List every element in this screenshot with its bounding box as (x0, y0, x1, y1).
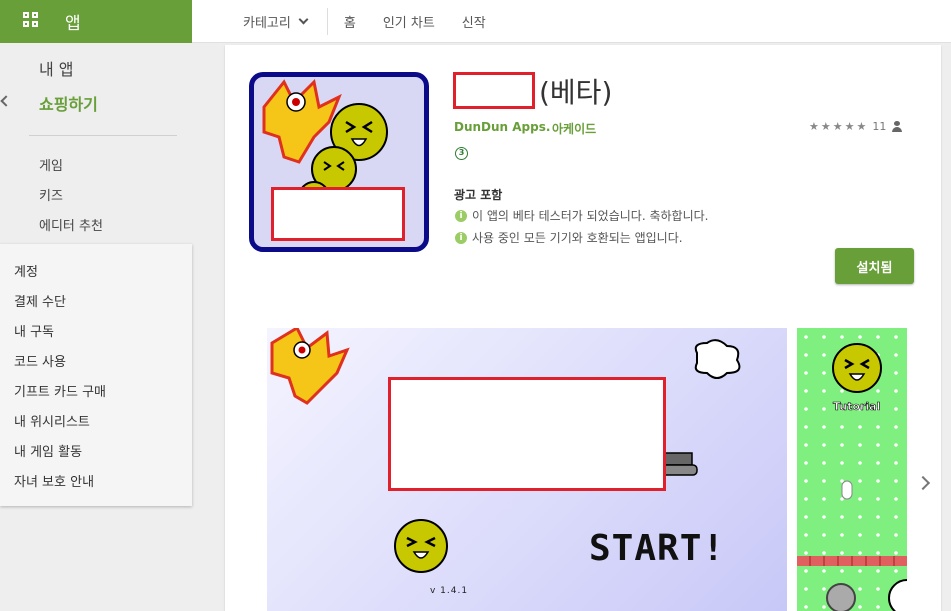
app-details-card: (베타) DunDun Apps. 아케이드 ★ ★ ★ ★ ★ 11 3 광고… (225, 45, 941, 611)
buy-gift-card-item[interactable]: 기프트 카드 구매 (14, 381, 106, 400)
info-row: i 이 앱의 베타 테스터가 되었습니다. 축하합니다. (455, 207, 708, 224)
star-icon: ★ (856, 120, 867, 133)
person-icon (892, 121, 903, 132)
brick-row (797, 556, 907, 566)
star-icon: ★ (844, 120, 855, 133)
app-title: (베타) (453, 72, 612, 109)
account-item[interactable]: 계정 (14, 261, 38, 280)
nav-top-charts[interactable]: 인기 차트 (383, 12, 435, 31)
chevron-down-icon (298, 14, 309, 25)
info-icon: i (455, 209, 467, 222)
rating-count: 11 (872, 120, 887, 133)
info-icon: i (455, 231, 467, 244)
top-nav: 카테고리 홈 인기 차트 신작 (243, 0, 513, 43)
redacted-title (453, 72, 535, 109)
sidebar-item-games[interactable]: 게임 (39, 155, 63, 174)
apps-grid-icon (23, 12, 39, 28)
redacted-box (388, 377, 666, 491)
screenshot[interactable]: Tutorial (797, 328, 907, 611)
star-icon: ★ (820, 120, 831, 133)
redeem-code-item[interactable]: 코드 사용 (14, 351, 66, 370)
age-rating-badge[interactable]: 3 (455, 147, 468, 160)
star-icon: ★ (809, 120, 819, 133)
contains-ads-label: 광고 포함 (454, 188, 503, 202)
category-link[interactable]: 아케이드 (552, 120, 596, 137)
sidebar-item-editors-choice[interactable]: 에디터 추천 (39, 215, 103, 234)
info-row: i 사용 중인 모든 기기와 호환되는 앱입니다. (455, 229, 683, 246)
category-dropdown[interactable]: 카테고리 (243, 12, 309, 31)
tutorial-label: Tutorial (833, 400, 881, 414)
title-suffix: (베타) (539, 75, 613, 109)
start-text: START! (589, 528, 726, 569)
sidebar-my-apps[interactable]: 내 앱 (39, 56, 74, 80)
rating: ★ ★ ★ ★ ★ 11 (809, 120, 903, 133)
redacted-box (271, 187, 405, 241)
payment-methods-item[interactable]: 결제 수단 (14, 291, 66, 310)
nav-home[interactable]: 홈 (344, 12, 356, 31)
developer-link[interactable]: DunDun Apps. (454, 120, 550, 134)
nav-new[interactable]: 신작 (462, 12, 486, 31)
screenshot-art (826, 343, 907, 611)
app-icon (249, 72, 429, 252)
account-menu: 계정 결제 수단 내 구독 코드 사용 기프트 카드 구매 내 위시리스트 내 … (0, 244, 192, 506)
version-text: v 1.4.1 (430, 586, 469, 596)
screenshot[interactable]: START! v 1.4.1 (267, 328, 787, 611)
category-label: 카테고리 (243, 16, 291, 31)
sidebar-shop[interactable]: 쇼핑하기 (39, 91, 98, 115)
sidebar-item-kids[interactable]: 키즈 (39, 185, 63, 204)
wishlist-item[interactable]: 내 위시리스트 (14, 411, 90, 430)
apps-menu[interactable]: 앱 (0, 0, 192, 43)
nav-divider (326, 8, 328, 35)
info-text: 사용 중인 모든 기기와 호환되는 앱입니다. (472, 231, 683, 245)
apps-label: 앱 (65, 14, 81, 34)
star-icon: ★ (832, 120, 843, 133)
sidebar: 내 앱 쇼핑하기 게임 키즈 에디터 추천 (0, 43, 192, 243)
info-text: 이 앱의 베타 테스터가 되었습니다. 축하합니다. (472, 209, 709, 223)
top-bar: 앱 카테고리 홈 인기 차트 신작 (0, 0, 951, 43)
sidebar-divider (29, 135, 177, 136)
parent-guide-item[interactable]: 자녀 보호 안내 (14, 471, 94, 490)
subscriptions-item[interactable]: 내 구독 (14, 321, 54, 340)
play-activity-item[interactable]: 내 게임 활동 (14, 441, 82, 460)
installed-button[interactable]: 설치됨 (835, 248, 914, 284)
